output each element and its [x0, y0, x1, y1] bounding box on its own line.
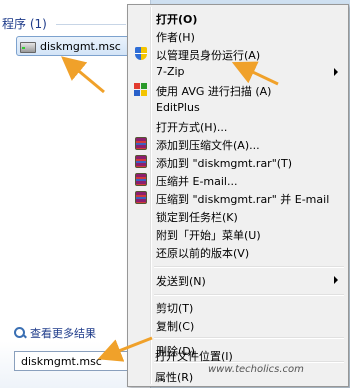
menu-item-add-to-archive[interactable]: 添加到压缩文件(A)...: [130, 135, 346, 153]
menu-item-label: 复制(C): [156, 320, 195, 333]
group-header-label: 程序 (1): [2, 17, 47, 31]
menu-item-open-with[interactable]: 打开方式(H)...: [130, 117, 346, 135]
menu-item-copy[interactable]: 复制(C): [130, 316, 346, 334]
menu-item-label: 作者(H): [156, 31, 195, 44]
avg-icon: [134, 83, 147, 96]
menu-item-cut[interactable]: 剪切(T): [130, 298, 346, 316]
menu-separator: [154, 266, 344, 268]
search-icon: [14, 327, 26, 339]
menu-item-add-to-rar[interactable]: 添加到 "diskmgmt.rar"(T): [130, 153, 346, 171]
menu-item-author[interactable]: 作者(H): [130, 27, 346, 45]
menu-item-label: 还原以前的版本(V): [156, 247, 250, 260]
menu-item-label: 打开方式(H)...: [156, 121, 228, 134]
menu-item-pin-start[interactable]: 附到「开始」菜单(U): [130, 225, 346, 243]
see-more-label: 查看更多结果: [30, 327, 96, 340]
menu-item-label: EditPlus: [156, 101, 200, 114]
menu-item-compress-rar-email[interactable]: 压缩到 "diskmgmt.rar" 并 E-mail: [130, 189, 346, 207]
menu-item-avg-scan[interactable]: 使用 AVG 进行扫描 (A): [130, 81, 346, 99]
submenu-arrow-icon: [334, 276, 338, 284]
menu-item-label: 发送到(N): [156, 275, 206, 288]
menu-item-label: 以管理员身份运行(A): [156, 49, 261, 62]
winrar-icon: [135, 191, 147, 204]
menu-item-label: 打开(O): [156, 13, 198, 26]
group-divider: [56, 24, 126, 25]
menu-item-editplus[interactable]: EditPlus: [130, 99, 346, 117]
menu-item-label: 压缩并 E-mail...: [156, 175, 238, 188]
menu-item-restore-versions[interactable]: 还原以前的版本(V): [130, 243, 346, 261]
watermark-text: www.techolics.com: [208, 364, 304, 375]
menu-item-label: 锁定到任务栏(K): [156, 211, 238, 224]
submenu-arrow-icon: [334, 68, 338, 76]
search-result-diskmgmt[interactable]: diskmgmt.msc: [16, 36, 130, 56]
menu-item-label: 使用 AVG 进行扫描 (A): [156, 85, 272, 98]
menu-item-label: 7-Zip: [156, 65, 185, 78]
context-menu: 打开(O) 作者(H) 以管理员身份运行(A) 7-Zip 使用 AVG 进行扫…: [127, 4, 349, 387]
menu-item-open[interactable]: 打开(O): [130, 9, 346, 27]
menu-item-open-file-location[interactable]: 打开文件位置(I): [129, 346, 345, 364]
menu-separator: [154, 294, 344, 296]
menu-item-run-as-admin[interactable]: 以管理员身份运行(A): [130, 45, 346, 63]
see-more-results-link[interactable]: 查看更多结果: [14, 325, 96, 341]
start-search-input[interactable]: diskmgmt.msc: [14, 351, 132, 371]
menu-item-send-to[interactable]: 发送到(N): [130, 271, 346, 289]
menu-item-label: 属性(R): [155, 371, 194, 384]
uac-shield-icon: [135, 47, 147, 60]
menu-item-7zip[interactable]: 7-Zip: [130, 63, 346, 81]
winrar-icon: [135, 137, 147, 150]
disk-management-icon: [20, 40, 36, 53]
menu-item-label: 添加到压缩文件(A)...: [156, 139, 260, 152]
menu-item-label: 打开文件位置(I): [155, 350, 233, 363]
winrar-icon: [135, 173, 147, 186]
menu-item-compress-email[interactable]: 压缩并 E-mail...: [130, 171, 346, 189]
menu-item-pin-taskbar[interactable]: 锁定到任务栏(K): [130, 207, 346, 225]
menu-item-label: 添加到 "diskmgmt.rar"(T): [156, 157, 293, 170]
menu-separator: [154, 337, 344, 339]
winrar-icon: [135, 155, 147, 168]
menu-item-label: 剪切(T): [156, 302, 194, 315]
programs-group-header: 程序 (1): [2, 15, 126, 31]
menu-item-label: 压缩到 "diskmgmt.rar" 并 E-mail: [156, 193, 330, 206]
menu-item-label: 附到「开始」菜单(U): [156, 229, 261, 242]
search-result-label: diskmgmt.msc: [40, 39, 121, 53]
